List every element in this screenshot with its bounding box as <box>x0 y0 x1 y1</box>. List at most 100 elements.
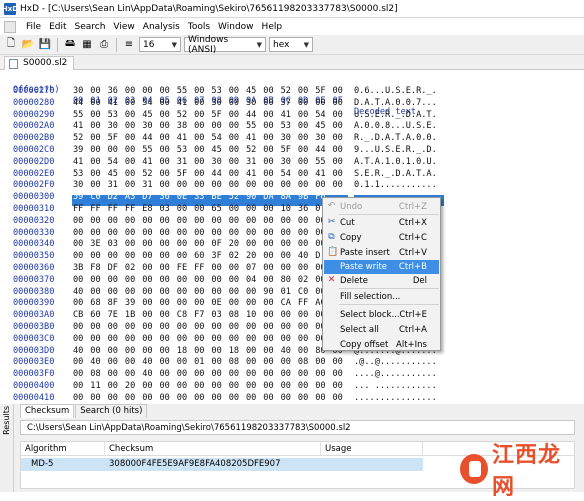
open-ram-icon[interactable]: ▦ <box>80 38 94 52</box>
hex-row[interactable]: 00000380 40 00 00 00 00 00 00 00 00 00 00 90 01 C0 00 <box>0 287 584 298</box>
decoded-text[interactable]: 9...U.S.E.R._.D. <box>354 145 437 156</box>
decoded-text[interactable]: D.A.T.A.0.0.7... <box>354 98 437 109</box>
hex-byte[interactable]: 45 <box>211 145 221 156</box>
hex-byte[interactable]: 00 <box>177 251 187 262</box>
hex-byte[interactable]: 44 <box>142 133 152 144</box>
hex-byte[interactable]: 00 <box>125 133 135 144</box>
hex-byte[interactable]: 00 <box>333 180 343 191</box>
hex-byte[interactable]: 00 <box>263 298 273 309</box>
hex-byte[interactable]: F7 <box>194 310 204 321</box>
save-icon[interactable]: 💾 <box>38 38 52 52</box>
hex-byte[interactable]: 00 <box>160 239 170 250</box>
hex-byte[interactable]: 54 <box>211 133 221 144</box>
hex-byte[interactable]: 31 <box>246 157 256 168</box>
hex-byte[interactable]: 00 <box>125 228 135 239</box>
hex-byte[interactable]: 00 <box>194 322 204 333</box>
hex-byte[interactable]: 31 <box>108 180 118 191</box>
hex-row[interactable]: 00000340 00 3E 03 00 00 00 00 00 0F 20 00 00 00 00 00 <box>0 239 584 250</box>
open-disk-icon[interactable]: 🖴 <box>63 38 77 52</box>
hex-byte[interactable]: 00 <box>194 98 204 109</box>
hex-byte[interactable]: FE <box>177 263 187 274</box>
hex-byte[interactable]: 00 <box>298 86 308 97</box>
menu-tools[interactable]: Tools <box>184 22 214 32</box>
hex-byte[interactable]: 36 <box>108 86 118 97</box>
hex-byte[interactable]: E8 <box>142 204 152 215</box>
hex-byte[interactable]: 40 <box>142 369 152 380</box>
hex-byte[interactable]: 41 <box>177 98 187 109</box>
hex-byte[interactable]: 00 <box>177 322 187 333</box>
hex-byte[interactable]: 00 <box>333 381 343 392</box>
hex-byte[interactable]: 40 <box>142 357 152 368</box>
print-icon[interactable]: ⎙ <box>97 38 111 52</box>
hex-byte[interactable]: DA <box>263 192 273 203</box>
hex-byte[interactable]: 00 <box>333 98 343 109</box>
hex-byte[interactable]: D2 <box>108 192 118 203</box>
hex-byte[interactable]: 41 <box>108 98 118 109</box>
hex-byte[interactable]: 00 <box>90 322 100 333</box>
hex-byte[interactable]: 00 <box>229 334 239 345</box>
hex-byte[interactable]: 00 <box>160 216 170 227</box>
hex-byte[interactable]: 00 <box>263 322 273 333</box>
hex-byte[interactable]: 00 <box>160 169 170 180</box>
hex-byte[interactable]: 00 <box>177 228 187 239</box>
hex-byte[interactable]: 00 <box>194 169 204 180</box>
hex-row[interactable]: 000002F0 30 00 31 00 31 00 00 00 00 00 00 00 00 00 00 00… <box>0 180 584 191</box>
hex-byte[interactable]: 03 <box>108 239 118 250</box>
hex-byte[interactable]: 02 <box>125 263 135 274</box>
hex-byte[interactable]: 00 <box>246 287 256 298</box>
column-algorithm[interactable]: Algorithm <box>21 442 105 456</box>
hex-byte[interactable]: 44 <box>246 110 256 121</box>
hex-byte[interactable]: 00 <box>333 357 343 368</box>
hex-byte[interactable]: 39 <box>125 298 135 309</box>
hex-byte[interactable]: 00 <box>263 263 273 274</box>
hex-byte[interactable]: 07 <box>246 263 256 274</box>
hex-byte[interactable]: 00 <box>246 369 256 380</box>
offset-base-select[interactable]: hex ▼ <box>269 37 313 52</box>
hex-byte[interactable]: 00 <box>281 357 291 368</box>
hex-byte[interactable]: 00 <box>229 263 239 274</box>
context-menu-item-fill-selection[interactable]: Fill selection... <box>324 290 439 304</box>
hex-byte[interactable]: 00 <box>194 110 204 121</box>
menu-edit[interactable]: Edit <box>45 22 70 32</box>
hex-byte[interactable]: 3E <box>90 239 100 250</box>
hex-byte[interactable]: FF <box>108 204 118 215</box>
open-folder-icon[interactable]: 📂 <box>21 38 35 52</box>
hex-byte[interactable]: 44 <box>73 98 83 109</box>
hex-row[interactable]: 00000270 30 00 36 00 00 00 55 00 53 00 45 00 52 00 5F 00… <box>0 86 584 97</box>
hex-byte[interactable]: 00 <box>298 121 308 132</box>
hex-byte[interactable]: 30 <box>281 133 291 144</box>
hex-byte[interactable]: 00 <box>160 145 170 156</box>
hex-byte[interactable]: 8A <box>281 192 291 203</box>
hex-byte[interactable]: 00 <box>263 86 273 97</box>
hex-byte[interactable]: 00 <box>281 263 291 274</box>
hex-byte[interactable]: 00 <box>142 239 152 250</box>
hex-byte[interactable]: 00 <box>142 322 152 333</box>
hex-byte[interactable]: 53 <box>108 110 118 121</box>
hex-byte[interactable]: 00 <box>125 322 135 333</box>
hex-byte[interactable]: 00 <box>246 180 256 191</box>
hex-byte[interactable]: 00 <box>125 357 135 368</box>
hex-byte[interactable]: 00 <box>142 298 152 309</box>
file-tab[interactable]: S0000.sl2 <box>4 56 75 70</box>
hex-byte[interactable]: 00 <box>333 121 343 132</box>
hex-byte[interactable]: C0 <box>90 192 100 203</box>
decoded-text[interactable]: ................ <box>354 393 437 404</box>
hex-byte[interactable]: 00 <box>125 239 135 250</box>
hex-row[interactable]: 00000370 00 00 00 00 00 00 00 00 00 00 04 00 80 02 00 <box>0 275 584 286</box>
hex-byte[interactable]: 00 <box>125 393 135 404</box>
hex-byte[interactable]: 00 <box>160 133 170 144</box>
hex-byte[interactable]: 52 <box>229 192 239 203</box>
hex-byte[interactable]: 00 <box>229 110 239 121</box>
hex-byte[interactable]: 00 <box>90 145 100 156</box>
hex-byte[interactable]: 00 <box>229 275 239 286</box>
hex-byte[interactable]: 00 <box>125 346 135 357</box>
hex-byte[interactable]: 00 <box>142 228 152 239</box>
hex-byte[interactable]: 00 <box>315 98 325 109</box>
hex-byte[interactable]: 52 <box>246 145 256 156</box>
hex-byte[interactable]: A3 <box>125 192 135 203</box>
hex-byte[interactable]: 40 <box>73 287 83 298</box>
hex-byte[interactable]: 00 <box>298 369 308 380</box>
hex-byte[interactable]: FF <box>194 263 204 274</box>
hex-byte[interactable]: 0E <box>211 298 221 309</box>
decoded-text[interactable]: 0.1.1........... <box>354 180 437 191</box>
